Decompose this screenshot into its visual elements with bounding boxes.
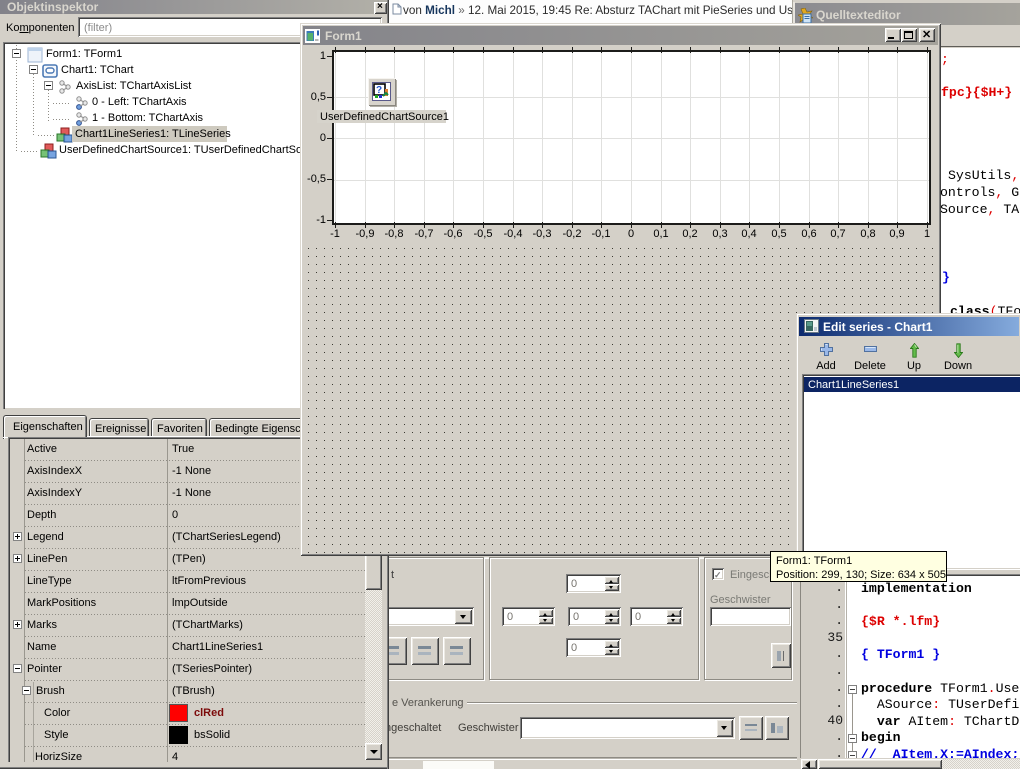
svg-text:?: ? [376,85,382,96]
